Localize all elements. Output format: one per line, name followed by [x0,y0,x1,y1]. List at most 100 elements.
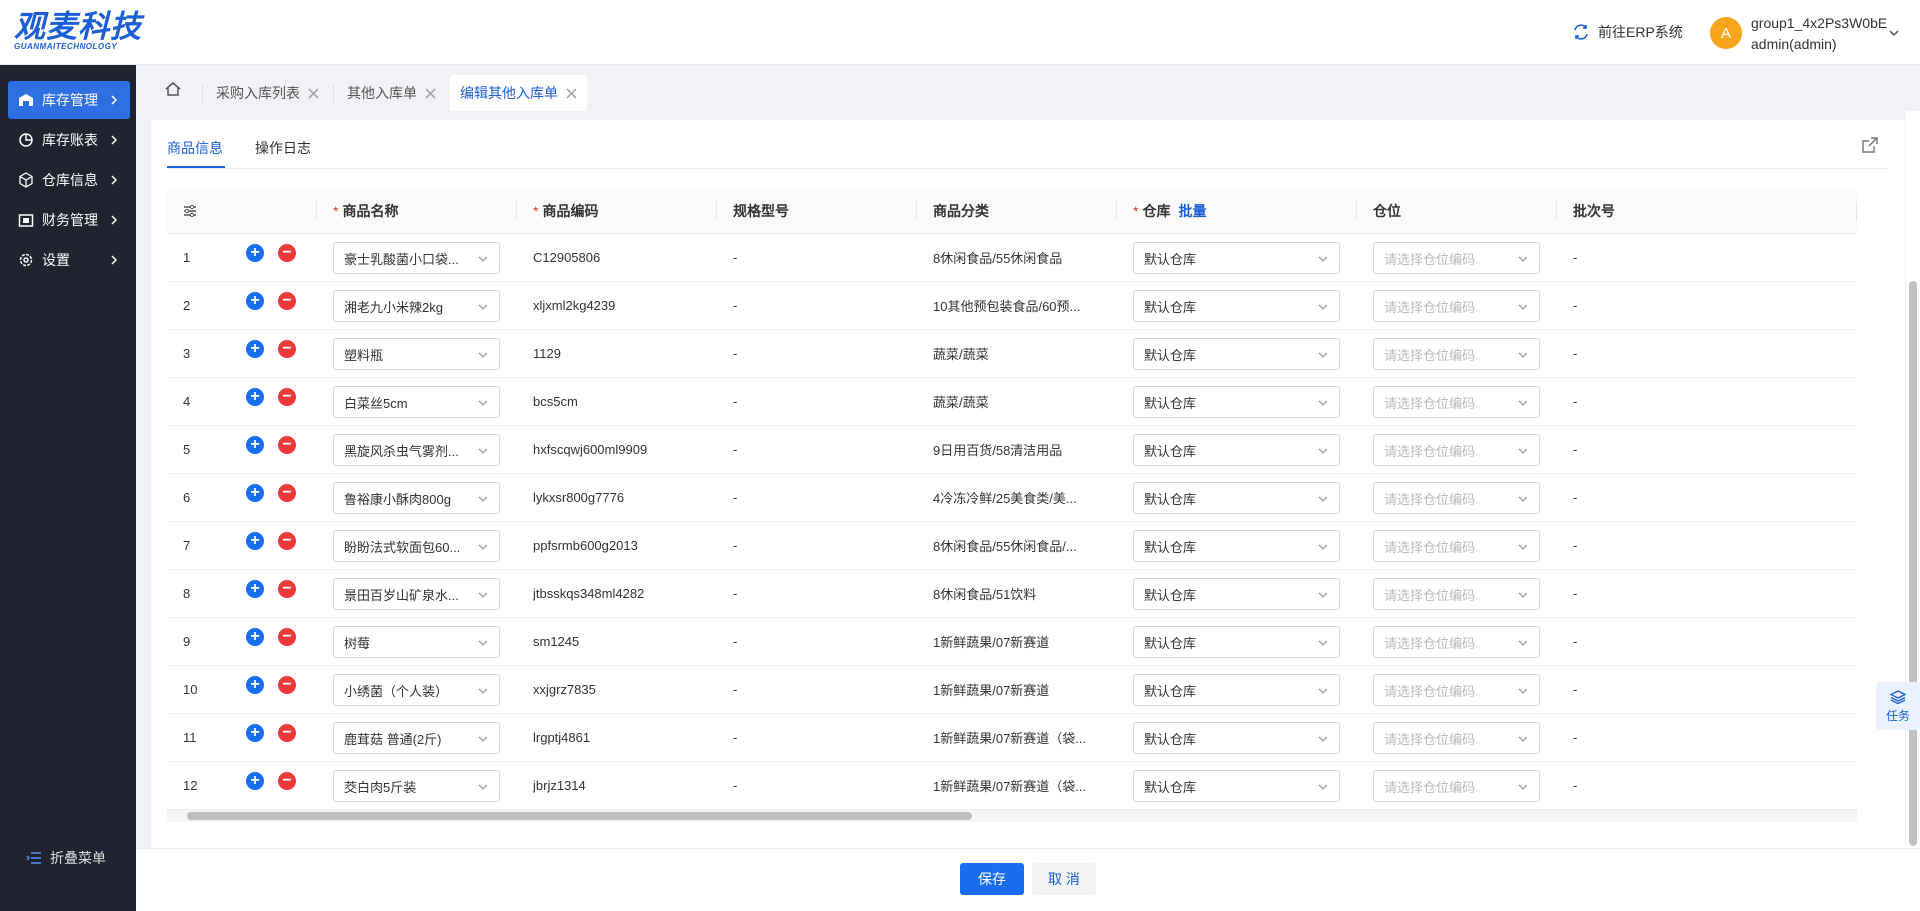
add-row-button[interactable]: + [246,676,264,694]
subtab-operation-log[interactable]: 操作日志 [255,138,311,158]
column-settings-icon[interactable] [183,204,197,218]
warehouse-select[interactable]: 默认仓库 [1133,386,1340,418]
sidebar-item-warehouse-info[interactable]: 仓库信息 [8,161,130,199]
avatar[interactable]: A [1710,17,1742,49]
location-select[interactable]: 请选择仓位编码 [1373,770,1540,802]
scrollbar-thumb[interactable] [1909,281,1917,846]
location-select[interactable]: 请选择仓位编码 [1373,674,1540,706]
location-select[interactable]: 请选择仓位编码 [1373,578,1540,610]
product-name-select[interactable]: 茭白肉5斤装 [333,770,500,802]
add-row-button[interactable]: + [246,436,264,454]
location-select[interactable]: 请选择仓位编码 [1373,530,1540,562]
delete-row-button[interactable]: − [278,484,296,502]
delete-row-button[interactable]: − [278,244,296,262]
location-select[interactable]: 请选择仓位编码 [1373,626,1540,658]
product-name-select[interactable]: 盼盼法式软面包60... [333,530,500,562]
product-name-select[interactable]: 鲁裕康小酥肉800g [333,482,500,514]
goto-erp-link[interactable]: 前往ERP系统 [1572,22,1683,42]
chevron-down-icon[interactable] [1887,26,1901,40]
warehouse-select[interactable]: 默认仓库 [1133,722,1340,754]
add-row-button[interactable]: + [246,484,264,502]
sidebar-item-settings[interactable]: 设置 [8,241,130,279]
close-icon[interactable] [425,88,436,99]
warehouse-select[interactable]: 默认仓库 [1133,674,1340,706]
category-value: 10其他预包装食品/60预... [933,299,1081,314]
delete-row-button[interactable]: − [278,292,296,310]
add-row-button[interactable]: + [246,244,264,262]
product-name-select[interactable]: 塑料瓶 [333,338,500,370]
delete-row-button[interactable]: − [278,340,296,358]
collapse-menu-button[interactable]: 折叠菜单 [26,848,106,868]
cancel-button[interactable]: 取 消 [1032,863,1096,895]
location-select[interactable]: 请选择仓位编码 [1373,386,1540,418]
product-name-select[interactable]: 小绣菌（个人装） [333,674,500,706]
add-row-button[interactable]: + [246,628,264,646]
table-horizontal-scrollbar[interactable] [167,810,1857,822]
export-icon[interactable] [1861,136,1879,154]
task-panel-button[interactable]: 任务 [1876,682,1920,730]
delete-row-button[interactable]: − [278,580,296,598]
save-button[interactable]: 保存 [960,863,1024,895]
select-placeholder: 请选择仓位编码 [1384,347,1476,363]
product-name-select[interactable]: 豪士乳酸菌小口袋... [333,242,500,274]
warehouse-select[interactable]: 默认仓库 [1133,338,1340,370]
location-select[interactable]: 请选择仓位编码 [1373,338,1540,370]
close-icon[interactable] [566,88,577,99]
spec-value: - [733,394,738,409]
location-select[interactable]: 请选择仓位编码 [1373,482,1540,514]
warehouse-select[interactable]: 默认仓库 [1133,482,1340,514]
delete-row-button[interactable]: − [278,772,296,790]
add-row-button[interactable]: + [246,532,264,550]
delete-row-button[interactable]: − [278,628,296,646]
warehouse-select[interactable]: 默认仓库 [1133,770,1340,802]
category-value: 9日用百货/58清洁用品 [933,443,1063,458]
select-value: 豪士乳酸菌小口袋... [344,251,459,267]
delete-row-button[interactable]: − [278,532,296,550]
close-icon[interactable] [308,88,319,99]
location-select[interactable]: 请选择仓位编码 [1373,434,1540,466]
brand-logo[interactable]: 观麦科技 GUANMAITECHNOLOGY [14,10,142,51]
category-value: 8休闲食品/55休闲食品/... [933,539,1077,554]
product-name-select[interactable]: 鹿茸菇 普通(2斤) [333,722,500,754]
product-name-select[interactable]: 树莓 [333,626,500,658]
location-select[interactable]: 请选择仓位编码 [1373,242,1540,274]
tab-edit-other-inbound[interactable]: 编辑其他入库单 [450,75,587,111]
sidebar-item-finance[interactable]: 财务管理 [8,201,130,239]
warehouse-select[interactable]: 默认仓库 [1133,530,1340,562]
batch-set-button[interactable]: 批量 [1178,201,1206,221]
add-row-button[interactable]: + [246,724,264,742]
delete-row-button[interactable]: − [278,724,296,742]
page-tabs: 采购入库列表 其他入库单 编辑其他入库单 [136,65,1920,111]
delete-row-button[interactable]: − [278,436,296,454]
product-name-select[interactable]: 湘老九小米辣2kg [333,290,500,322]
delete-row-button[interactable]: − [278,388,296,406]
scrollbar-thumb[interactable] [187,812,972,820]
add-row-button[interactable]: + [246,388,264,406]
delete-row-button[interactable]: − [278,676,296,694]
location-select[interactable]: 请选择仓位编码 [1373,722,1540,754]
spec-value: - [733,298,738,313]
sidebar-item-inventory[interactable]: 库存管理 [8,81,130,119]
warehouse-select[interactable]: 默认仓库 [1133,578,1340,610]
add-row-button[interactable]: + [246,292,264,310]
page-scrollbar[interactable] [1906,111,1920,848]
warehouse-select[interactable]: 默认仓库 [1133,290,1340,322]
user-info[interactable]: group1_4x2Ps3W0bE admin(admin) [1751,13,1887,55]
warehouse-select[interactable]: 默认仓库 [1133,242,1340,274]
product-name-select[interactable]: 黑旋风杀虫气雾剂... [333,434,500,466]
location-select[interactable]: 请选择仓位编码 [1373,290,1540,322]
product-name-select[interactable]: 白菜丝5cm [333,386,500,418]
add-row-button[interactable]: + [246,772,264,790]
tab-other-inbound[interactable]: 其他入库单 [337,75,446,111]
home-icon[interactable] [164,80,182,98]
tab-purchase-inbound-list[interactable]: 采购入库列表 [206,75,329,111]
subtab-product-info[interactable]: 商品信息 [167,138,223,158]
warehouse-select[interactable]: 默认仓库 [1133,626,1340,658]
add-row-button[interactable]: + [246,340,264,358]
sidebar-item-inventory-report[interactable]: 库存账表 [8,121,130,159]
product-name-select[interactable]: 景田百岁山矿泉水... [333,578,500,610]
add-row-button[interactable]: + [246,580,264,598]
warehouse-select[interactable]: 默认仓库 [1133,434,1340,466]
pie-chart-icon [18,132,34,148]
spec-value: - [733,634,738,649]
